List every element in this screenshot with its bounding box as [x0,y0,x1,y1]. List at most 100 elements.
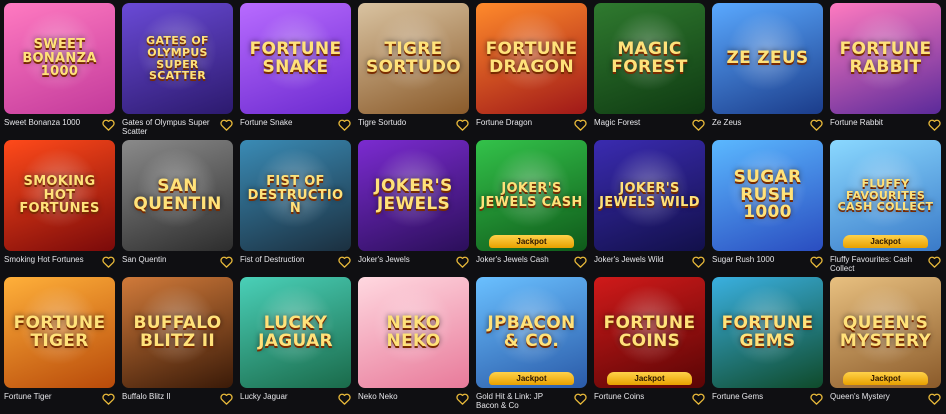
game-tile[interactable]: FIST OF DESTRUCTION Fist of Destruction [240,140,351,277]
game-thumbnail[interactable]: SWEET BONANZA 1000 [4,3,115,114]
game-thumbnail[interactable]: NEKO NEKO [358,277,469,388]
game-tile[interactable]: ZE ZEUS Ze Zeus [712,3,823,140]
game-tile[interactable]: FORTUNE TIGER Fortune Tiger [4,277,115,414]
game-thumbnail[interactable]: JOKER'S JEWELS WILD [594,140,705,251]
game-tile[interactable]: SWEET BONANZA 1000 Sweet Bonanza 1000 [4,3,115,140]
game-tile[interactable]: QUEEN'S MYSTERY Jackpot Queen's Mystery [830,277,941,414]
favorite-heart-icon[interactable] [692,393,705,405]
game-tile[interactable]: BUFFALO BLITZ II Buffalo Blitz II [122,277,233,414]
game-title[interactable]: Smoking Hot Fortunes [4,255,94,264]
favorite-heart-icon[interactable] [574,119,587,131]
game-tile[interactable]: SUGAR RUSH 1000 Sugar Rush 1000 [712,140,823,277]
game-thumbnail[interactable]: QUEEN'S MYSTERY Jackpot [830,277,941,388]
game-thumbnail[interactable]: JPBACON & CO. Jackpot [476,277,587,388]
game-title[interactable]: Fortune Dragon [476,118,566,127]
game-thumbnail[interactable]: JOKER'S JEWELS CASH Jackpot [476,140,587,251]
favorite-heart-icon[interactable] [102,256,115,268]
game-tile[interactable]: JPBACON & CO. Jackpot Gold Hit & Link: JP … [476,277,587,414]
favorite-heart-icon[interactable] [338,256,351,268]
game-title[interactable]: Lucky Jaguar [240,392,330,401]
game-tile[interactable]: FORTUNE COINS Jackpot Fortune Coins [594,277,705,414]
jackpot-badge: Jackpot [843,372,928,385]
favorite-heart-icon[interactable] [338,119,351,131]
game-title[interactable]: Fortune Coins [594,392,684,401]
game-title[interactable]: Queen's Mystery [830,392,920,401]
game-thumbnail[interactable]: FORTUNE TIGER [4,277,115,388]
game-thumbnail[interactable]: SUGAR RUSH 1000 [712,140,823,251]
game-tile[interactable]: NEKO NEKO Neko Neko [358,277,469,414]
game-thumbnail[interactable]: ZE ZEUS [712,3,823,114]
game-thumbnail[interactable]: SAN QUENTIN [122,140,233,251]
favorite-heart-icon[interactable] [220,393,233,405]
game-thumbnail[interactable]: FORTUNE DRAGON [476,3,587,114]
game-thumbnail[interactable]: TIGRE SORTUDO [358,3,469,114]
game-thumbnail[interactable]: LUCKY JAGUAR [240,277,351,388]
game-tile[interactable]: FLUFFY FAVOURITES CASH COLLECT Jackpot Flu… [830,140,941,277]
game-tile[interactable]: TIGRE SORTUDO Tigre Sortudo [358,3,469,140]
favorite-heart-icon[interactable] [456,119,469,131]
game-tile[interactable]: SAN QUENTIN San Quentin [122,140,233,277]
favorite-heart-icon[interactable] [456,393,469,405]
game-tile[interactable]: JOKER'S JEWELS Joker's Jewels [358,140,469,277]
game-title[interactable]: Fluffy Favourites: Cash Collect [830,255,920,273]
favorite-heart-icon[interactable] [928,256,941,268]
favorite-heart-icon[interactable] [574,393,587,405]
game-tile[interactable]: JOKER'S JEWELS WILD Joker's Jewels Wild [594,140,705,277]
game-tile[interactable]: FORTUNE GEMS Fortune Gems [712,277,823,414]
game-tile[interactable]: JOKER'S JEWELS CASH Jackpot Joker's Jewels… [476,140,587,277]
game-title[interactable]: Gold Hit & Link: JP Bacon & Co [476,392,566,410]
game-logo-text: JOKER'S JEWELS [374,175,453,214]
game-title[interactable]: Gates of Olympus Super Scatter [122,118,212,136]
favorite-heart-icon[interactable] [338,393,351,405]
game-tile[interactable]: LUCKY JAGUAR Lucky Jaguar [240,277,351,414]
game-title[interactable]: Fortune Snake [240,118,330,127]
favorite-heart-icon[interactable] [220,119,233,131]
favorite-heart-icon[interactable] [102,119,115,131]
game-tile[interactable]: SMOKING HOT FORTUNES Smoking Hot Fortunes [4,140,115,277]
game-thumbnail[interactable]: BUFFALO BLITZ II [122,277,233,388]
favorite-heart-icon[interactable] [810,393,823,405]
game-title[interactable]: Joker's Jewels Cash [476,255,566,264]
game-thumbnail[interactable]: FIST OF DESTRUCTION [240,140,351,251]
game-tile[interactable]: FORTUNE RABBIT Fortune Rabbit [830,3,941,140]
favorite-heart-icon[interactable] [574,256,587,268]
jackpot-badge: Jackpot [489,235,574,248]
game-thumbnail[interactable]: FLUFFY FAVOURITES CASH COLLECT Jackpot [830,140,941,251]
game-title[interactable]: Fortune Gems [712,392,802,401]
favorite-heart-icon[interactable] [810,119,823,131]
game-title[interactable]: Fist of Destruction [240,255,330,264]
game-title[interactable]: Buffalo Blitz II [122,392,212,401]
game-title[interactable]: Joker's Jewels [358,255,448,264]
game-thumbnail[interactable]: FORTUNE RABBIT [830,3,941,114]
favorite-heart-icon[interactable] [456,256,469,268]
game-thumbnail[interactable]: JOKER'S JEWELS [358,140,469,251]
favorite-heart-icon[interactable] [928,393,941,405]
game-title[interactable]: Fortune Rabbit [830,118,920,127]
game-thumbnail[interactable]: SMOKING HOT FORTUNES [4,140,115,251]
game-title[interactable]: Magic Forest [594,118,684,127]
game-meta: Fortune Rabbit [830,118,941,131]
game-thumbnail[interactable]: MAGIC FOREST [594,3,705,114]
favorite-heart-icon[interactable] [928,119,941,131]
game-title[interactable]: Sweet Bonanza 1000 [4,118,94,127]
game-title[interactable]: Sugar Rush 1000 [712,255,802,264]
game-title[interactable]: Ze Zeus [712,118,802,127]
game-title[interactable]: San Quentin [122,255,212,264]
game-tile[interactable]: FORTUNE DRAGON Fortune Dragon [476,3,587,140]
favorite-heart-icon[interactable] [692,256,705,268]
game-thumbnail[interactable]: FORTUNE SNAKE [240,3,351,114]
favorite-heart-icon[interactable] [692,119,705,131]
game-tile[interactable]: MAGIC FOREST Magic Forest [594,3,705,140]
game-thumbnail[interactable]: GATES OF OLYMPUS SUPER SCATTER [122,3,233,114]
favorite-heart-icon[interactable] [220,256,233,268]
game-thumbnail[interactable]: FORTUNE GEMS [712,277,823,388]
favorite-heart-icon[interactable] [810,256,823,268]
game-title[interactable]: Tigre Sortudo [358,118,448,127]
game-thumbnail[interactable]: FORTUNE COINS Jackpot [594,277,705,388]
game-tile[interactable]: GATES OF OLYMPUS SUPER SCATTER Gates of O… [122,3,233,140]
game-title[interactable]: Fortune Tiger [4,392,94,401]
favorite-heart-icon[interactable] [102,393,115,405]
game-tile[interactable]: FORTUNE SNAKE Fortune Snake [240,3,351,140]
game-title[interactable]: Joker's Jewels Wild [594,255,684,264]
game-title[interactable]: Neko Neko [358,392,448,401]
